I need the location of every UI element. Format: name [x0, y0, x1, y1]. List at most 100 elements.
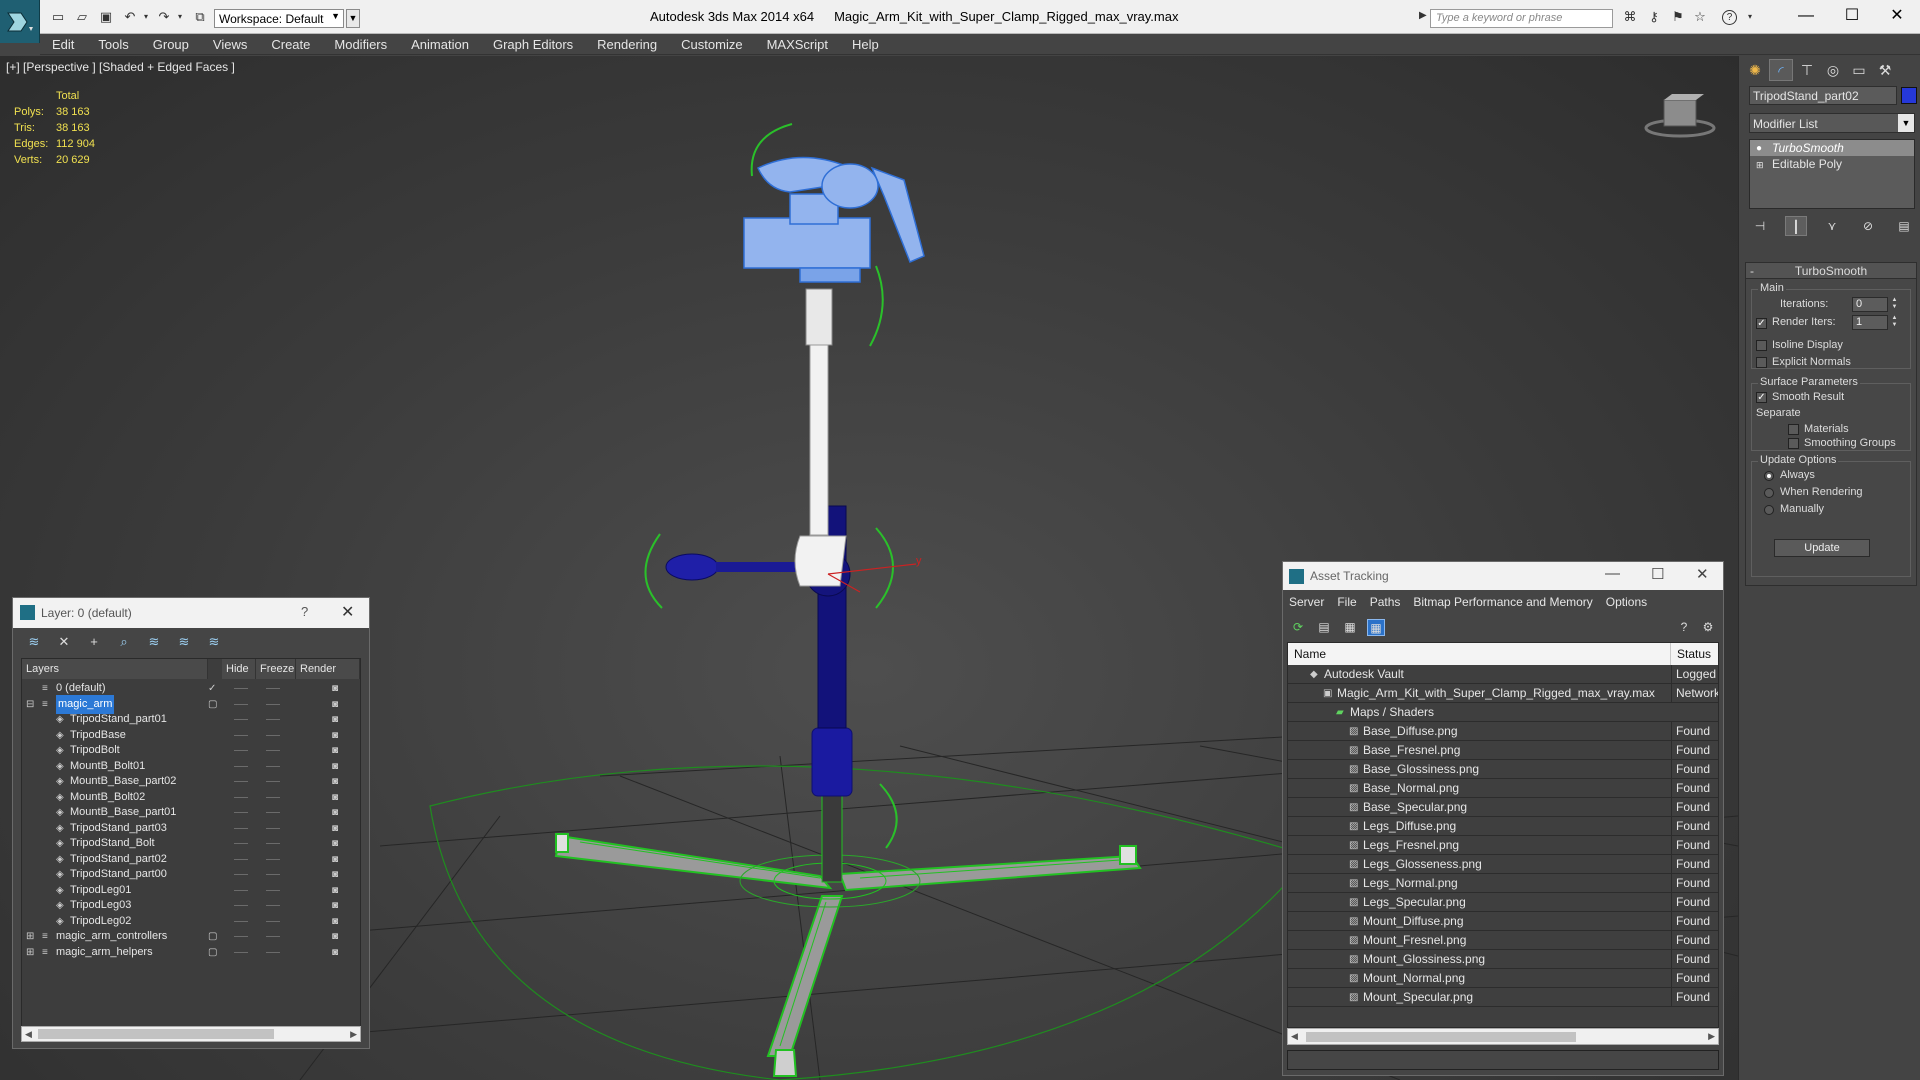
- materials-checkbox[interactable]: [1788, 424, 1799, 435]
- asset-row[interactable]: ▨ Base_Specular.png Found: [1288, 798, 1718, 817]
- asset-window-titlebar[interactable]: Asset Tracking — ☐ ✕: [1283, 562, 1723, 590]
- always-radio[interactable]: [1764, 471, 1774, 481]
- manually-radio[interactable]: [1764, 505, 1774, 515]
- asset-name[interactable]: Legs_Specular.png: [1363, 893, 1466, 912]
- minimize-icon[interactable]: —: [1605, 565, 1620, 582]
- menu-views[interactable]: Views: [201, 37, 259, 52]
- asset-row[interactable]: ▣ Magic_Arm_Kit_with_Super_Clamp_Rigged_m…: [1288, 684, 1718, 703]
- asset-name[interactable]: Base_Normal.png: [1363, 779, 1459, 798]
- menu-create[interactable]: Create: [259, 37, 322, 52]
- motion-tab-icon[interactable]: ◎: [1821, 59, 1845, 81]
- stack-item-turbosmooth[interactable]: ● TurboSmooth: [1750, 140, 1914, 156]
- column-header-layers[interactable]: Layers: [22, 659, 208, 679]
- asset-menu-paths[interactable]: Paths: [1370, 595, 1401, 609]
- asset-name[interactable]: Base_Glossiness.png: [1363, 760, 1479, 779]
- asset-name[interactable]: Legs_Fresnel.png: [1363, 836, 1459, 855]
- horizontal-scrollbar[interactable]: ◀ ▶: [1287, 1028, 1719, 1045]
- iterations-spinner[interactable]: 0: [1852, 297, 1888, 312]
- column-header-render[interactable]: Render: [296, 659, 360, 679]
- create-layer-icon[interactable]: ≋: [25, 634, 43, 650]
- asset-name[interactable]: Autodesk Vault: [1324, 665, 1404, 684]
- smoothing-groups-checkbox[interactable]: [1788, 438, 1799, 449]
- favorites-star-icon[interactable]: ☆: [1692, 10, 1708, 24]
- utilities-tab-hammer-icon[interactable]: ⚒: [1873, 59, 1897, 81]
- select-objects-icon[interactable]: ⌕: [115, 634, 133, 650]
- viewcube-icon[interactable]: [1644, 94, 1716, 138]
- workspace-options-button[interactable]: ▼: [346, 9, 360, 28]
- asset-row[interactable]: ▨ Legs_Normal.png Found: [1288, 874, 1718, 893]
- scrollbar-thumb[interactable]: [1306, 1032, 1576, 1042]
- asset-row[interactable]: ▨ Mount_Diffuse.png Found: [1288, 912, 1718, 931]
- asset-row[interactable]: ▨ Base_Glossiness.png Found: [1288, 760, 1718, 779]
- app-logo[interactable]: [0, 0, 40, 43]
- column-header-freeze[interactable]: Freeze: [256, 659, 296, 679]
- menu-customize[interactable]: Customize: [669, 37, 754, 52]
- undo-dropdown-icon[interactable]: ▾: [138, 10, 154, 24]
- asset-row[interactable]: ◆ Autodesk Vault Logged Out: [1288, 665, 1718, 684]
- asset-row[interactable]: ▨ Mount_Glossiness.png Found: [1288, 950, 1718, 969]
- asset-row[interactable]: ▨ Mount_Specular.png Found: [1288, 988, 1718, 1007]
- layer-window-titlebar[interactable]: Layer: 0 (default) ? ✕: [13, 598, 369, 628]
- show-end-result-icon[interactable]: ┃: [1785, 216, 1807, 236]
- modifier-list-dropdown[interactable]: Modifier List ▼: [1749, 113, 1915, 133]
- menu-group[interactable]: Group: [141, 37, 201, 52]
- workspace-dropdown[interactable]: Workspace: Default ▼: [214, 9, 344, 28]
- thumbnail-view-icon[interactable]: ▦: [1341, 619, 1359, 636]
- redo-icon[interactable]: ↷: [156, 10, 172, 24]
- modify-tab-arc-icon[interactable]: ◜: [1769, 59, 1793, 81]
- render-teapot-icon[interactable]: ◙: [332, 943, 338, 962]
- expand-plus-icon[interactable]: ⊞: [1756, 157, 1764, 173]
- asset-name[interactable]: Legs_Diffuse.png: [1363, 817, 1456, 836]
- create-tab-sun-icon[interactable]: ✺: [1743, 59, 1767, 81]
- close-icon[interactable]: ✕: [341, 602, 354, 622]
- layer-name[interactable]: magic_arm_helpers: [56, 943, 153, 962]
- asset-path-field[interactable]: [1287, 1050, 1719, 1070]
- display-tab-icon[interactable]: ▭: [1847, 59, 1871, 81]
- horizontal-scrollbar[interactable]: ◀ ▶: [21, 1026, 361, 1042]
- stack-item-editable-poly[interactable]: ⊞ Editable Poly: [1750, 156, 1914, 172]
- asset-row[interactable]: ▨ Base_Diffuse.png Found: [1288, 722, 1718, 741]
- lightbulb-icon[interactable]: ●: [1756, 141, 1762, 157]
- asset-row[interactable]: ▨ Legs_Diffuse.png Found: [1288, 817, 1718, 836]
- binoculars-icon[interactable]: ⌘: [1622, 10, 1638, 24]
- project-folder-icon[interactable]: ⧉: [192, 10, 208, 24]
- asset-name[interactable]: Legs_Normal.png: [1363, 874, 1458, 893]
- rollout-header[interactable]: - TurboSmooth: [1746, 263, 1916, 279]
- make-unique-icon[interactable]: ⋎: [1821, 216, 1843, 236]
- spinner-arrows-icon[interactable]: ▲ ▼: [1890, 315, 1899, 330]
- freeze-all-icon[interactable]: ≋: [205, 634, 223, 650]
- asset-row[interactable]: ▨ Base_Fresnel.png Found: [1288, 741, 1718, 760]
- scroll-left-icon[interactable]: ◀: [1291, 1029, 1298, 1043]
- list-view-icon[interactable]: ▤: [1315, 619, 1333, 636]
- minimize-button[interactable]: —: [1783, 5, 1829, 27]
- redo-dropdown-icon[interactable]: ▾: [172, 10, 188, 24]
- scroll-right-icon[interactable]: ▶: [350, 1027, 357, 1041]
- refresh-icon[interactable]: ⟳: [1289, 619, 1307, 636]
- save-icon[interactable]: ▣: [98, 10, 114, 24]
- asset-row[interactable]: ▨ Base_Normal.png Found: [1288, 779, 1718, 798]
- search-expand-icon[interactable]: ▶: [1419, 10, 1427, 21]
- explicit-normals-checkbox[interactable]: [1756, 357, 1767, 368]
- subscription-icon[interactable]: ⚑: [1670, 10, 1686, 24]
- configure-sets-icon[interactable]: ▤: [1893, 216, 1915, 236]
- close-button[interactable]: ✕: [1874, 5, 1920, 27]
- open-file-icon[interactable]: ▱: [74, 10, 90, 24]
- asset-row[interactable]: ▨ Mount_Normal.png Found: [1288, 969, 1718, 988]
- object-name-field[interactable]: TripodStand_part02: [1749, 86, 1897, 105]
- freeze-toggle[interactable]: ——: [266, 943, 280, 962]
- object-color-swatch[interactable]: [1901, 87, 1917, 104]
- isoline-display-checkbox[interactable]: [1756, 340, 1767, 351]
- asset-name[interactable]: Mount_Specular.png: [1363, 988, 1473, 1007]
- asset-name[interactable]: Maps / Shaders: [1350, 703, 1434, 722]
- asset-row[interactable]: ▨ Mount_Fresnel.png Found: [1288, 931, 1718, 950]
- asset-menu-bitmap-performance[interactable]: Bitmap Performance and Memory: [1413, 595, 1592, 609]
- column-header-hide[interactable]: Hide: [222, 659, 256, 679]
- asset-name[interactable]: Mount_Normal.png: [1363, 969, 1465, 988]
- set-current-box-icon[interactable]: ▢: [208, 943, 217, 962]
- scroll-right-icon[interactable]: ▶: [1708, 1029, 1715, 1043]
- highlight-layer-icon[interactable]: ≋: [145, 634, 163, 650]
- viewport-label[interactable]: [+] [Perspective ] [Shaded + Edged Faces…: [6, 60, 235, 74]
- table-view-icon[interactable]: ▦: [1367, 619, 1385, 636]
- remove-modifier-icon[interactable]: ⊘: [1857, 216, 1879, 236]
- maximize-icon[interactable]: ☐: [1651, 565, 1664, 583]
